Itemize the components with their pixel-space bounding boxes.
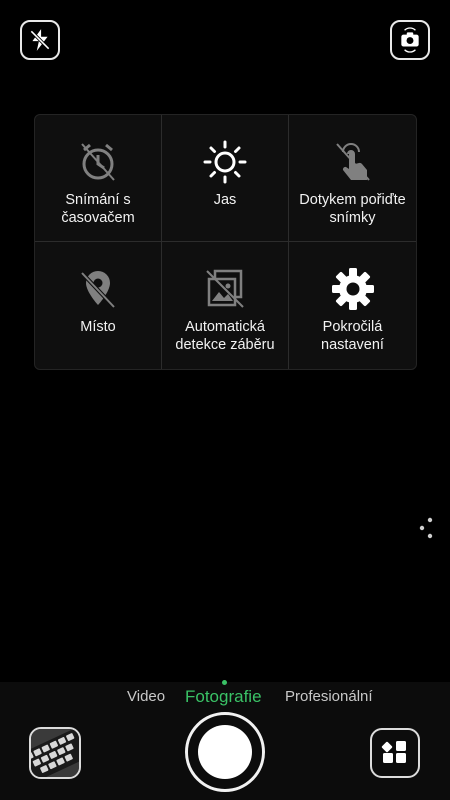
more-modes-button[interactable] <box>370 728 420 778</box>
gallery-thumbnail[interactable] <box>29 727 81 779</box>
brightness-icon <box>202 139 248 185</box>
more-options-icon[interactable] <box>416 516 436 540</box>
setting-brightness[interactable]: Jas <box>162 115 289 242</box>
mode-video[interactable]: Video <box>127 688 165 705</box>
switch-camera-button[interactable] <box>390 20 430 60</box>
shutter-inner <box>198 725 252 779</box>
setting-advanced[interactable]: Pokročilá nastavení <box>289 242 416 369</box>
mode-selector: Video Fotografie Profesionální <box>0 687 450 710</box>
shutter-button[interactable] <box>185 712 265 792</box>
setting-location-label: Místo <box>80 319 116 335</box>
quick-settings-panel: Snímání s časovačem Jas Dotykem pořiďte … <box>34 114 417 370</box>
setting-brightness-label: Jas <box>213 192 237 208</box>
keyboard-photo-thumbnail <box>31 729 79 777</box>
setting-location[interactable]: Místo <box>35 242 162 369</box>
setting-timer-label: Snímání s časovačem <box>61 192 135 226</box>
location-icon <box>75 266 121 312</box>
setting-touch-capture[interactable]: Dotykem pořiďte snímky <box>289 115 416 242</box>
scene-detection-icon <box>202 266 248 312</box>
timer-icon <box>75 139 121 185</box>
setting-scene-detection[interactable]: Automatická detekce záběru <box>162 242 289 369</box>
flash-off-icon <box>30 29 50 51</box>
flash-toggle-button[interactable] <box>20 20 60 60</box>
setting-touch-capture-label: Dotykem pořiďte snímky <box>299 192 406 226</box>
grid-menu-icon <box>381 741 406 763</box>
setting-scene-detection-label: Automatická detekce záběru <box>175 319 275 353</box>
mode-photo[interactable]: Fotografie <box>185 687 262 707</box>
setting-timer[interactable]: Snímání s časovačem <box>35 115 162 242</box>
gear-icon <box>330 266 376 312</box>
mode-pro[interactable]: Profesionální <box>285 688 373 705</box>
touch-capture-icon <box>330 139 376 185</box>
switch-camera-icon <box>401 27 419 53</box>
mode-indicator-dot <box>222 680 227 685</box>
setting-advanced-label: Pokročilá nastavení <box>321 319 384 353</box>
